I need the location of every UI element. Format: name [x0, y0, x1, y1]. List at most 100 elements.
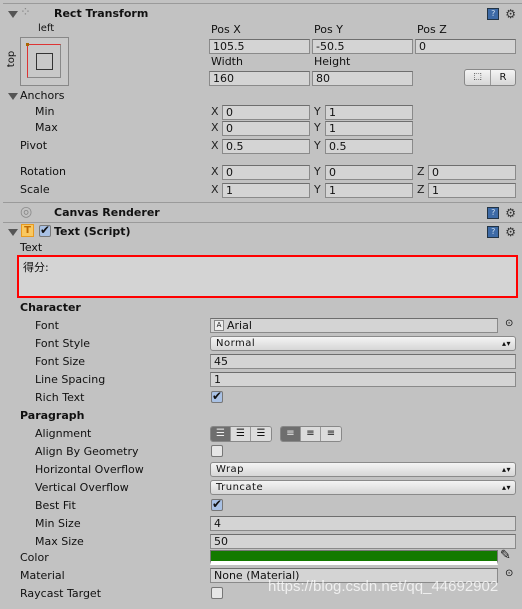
anchor-min-y-field[interactable]: 1: [325, 105, 413, 120]
line-spacing-field[interactable]: 1: [210, 372, 516, 387]
rotation-y-field[interactable]: 0: [325, 165, 413, 180]
scale-z-field[interactable]: 1: [428, 183, 516, 198]
x-axis-label: X: [211, 139, 219, 152]
x-axis-label: X: [211, 105, 219, 118]
pos-x-label: Pos X: [211, 23, 241, 36]
dropdown-arrow-icon: ▴▾: [501, 465, 511, 474]
rich-text-label: Rich Text: [35, 391, 85, 404]
font-size-label: Font Size: [35, 355, 86, 368]
align-right-button[interactable]: ☰: [251, 427, 271, 441]
dropdown-arrow-icon: ▴▾: [501, 483, 511, 492]
anchor-min-x-field[interactable]: 0: [222, 105, 310, 120]
divider: [3, 202, 522, 203]
color-swatch[interactable]: [210, 550, 498, 565]
font-field[interactable]: A Arial: [210, 318, 498, 333]
pos-y-label: Pos Y: [314, 23, 343, 36]
font-value: Arial: [227, 319, 252, 332]
y-axis-label: Y: [314, 105, 321, 118]
font-style-dropdown[interactable]: Normal ▴▾: [210, 336, 516, 351]
y-axis-label: Y: [314, 165, 321, 178]
component-enabled-checkbox[interactable]: [39, 223, 51, 237]
height-label: Height: [314, 55, 351, 68]
text-content-area[interactable]: 得分:: [17, 255, 518, 298]
font-style-label: Font Style: [35, 337, 91, 350]
anchor-presets-button[interactable]: [20, 37, 69, 86]
min-size-label: Min Size: [35, 517, 81, 530]
rect-transform-icon: ⁘: [20, 5, 31, 20]
font-size-field[interactable]: 45: [210, 354, 516, 369]
anchors-label: Anchors: [20, 89, 65, 102]
character-section-header: Character: [20, 301, 81, 314]
blueprint-mode-button[interactable]: ⬚: [465, 70, 491, 85]
align-top-button[interactable]: ≡: [281, 427, 301, 441]
font-label: Font: [35, 319, 59, 332]
watermark: https://blog.csdn.net/qq_44692902: [268, 578, 499, 595]
raycast-target-label: Raycast Target: [20, 587, 102, 600]
text-component-icon: T: [21, 224, 34, 237]
align-center-button[interactable]: ☰: [231, 427, 251, 441]
rotation-z-field[interactable]: 0: [428, 165, 516, 180]
pivot-x-field[interactable]: 0.5: [222, 139, 310, 154]
line-spacing-label: Line Spacing: [35, 373, 106, 386]
object-picker-icon[interactable]: ⊙: [505, 568, 513, 579]
pos-x-field[interactable]: 105.5: [209, 39, 310, 54]
x-axis-label: X: [211, 165, 219, 178]
help-icon[interactable]: ?: [487, 226, 500, 238]
anchor-max-y-field[interactable]: 1: [325, 121, 413, 136]
rotation-label: Rotation: [20, 165, 67, 178]
dropdown-arrow-icon: ▴▾: [501, 339, 511, 348]
width-field[interactable]: 160: [209, 71, 310, 86]
help-icon[interactable]: ?: [487, 207, 500, 219]
anchors-foldout-icon[interactable]: [8, 93, 18, 100]
object-picker-icon[interactable]: ⊙: [505, 318, 513, 329]
vertical-overflow-label: Vertical Overflow: [35, 481, 129, 494]
pos-y-field[interactable]: -50.5: [312, 39, 413, 54]
rich-text-checkbox[interactable]: [211, 389, 223, 403]
align-by-geometry-checkbox[interactable]: [211, 445, 223, 457]
y-axis-label: Y: [314, 121, 321, 134]
gear-icon[interactable]: ⚙: [505, 7, 516, 21]
rotation-x-field[interactable]: 0: [222, 165, 310, 180]
min-label: Min: [35, 105, 55, 118]
foldout-arrow-icon[interactable]: [8, 229, 18, 236]
max-label: Max: [35, 121, 58, 134]
width-label: Width: [211, 55, 243, 68]
horizontal-overflow-label: Horizontal Overflow: [35, 463, 144, 476]
foldout-arrow-icon[interactable]: [8, 11, 18, 18]
gear-icon[interactable]: ⚙: [505, 225, 516, 239]
best-fit-label: Best Fit: [35, 499, 76, 512]
alignment-label: Alignment: [35, 427, 92, 440]
font-style-value: Normal: [216, 338, 256, 349]
z-axis-label: Z: [417, 165, 425, 178]
max-size-field[interactable]: 50: [210, 534, 516, 549]
align-middle-button[interactable]: ≡: [301, 427, 321, 441]
align-by-geometry-label: Align By Geometry: [35, 445, 139, 458]
best-fit-checkbox[interactable]: [211, 497, 223, 511]
align-bottom-button[interactable]: ≡: [321, 427, 341, 441]
horizontal-overflow-dropdown[interactable]: Wrap ▴▾: [210, 462, 516, 477]
pivot-y-field[interactable]: 0.5: [325, 139, 413, 154]
component-title: Text (Script): [54, 225, 131, 238]
help-icon[interactable]: ?: [487, 8, 500, 20]
height-field[interactable]: 80: [312, 71, 413, 86]
color-label: Color: [20, 551, 49, 564]
align-left-button[interactable]: ☰: [211, 427, 231, 441]
paragraph-section-header: Paragraph: [20, 409, 85, 422]
z-axis-label: Z: [417, 183, 425, 196]
raycast-target-checkbox[interactable]: [211, 587, 223, 599]
scale-x-field[interactable]: 1: [222, 183, 310, 198]
min-size-field[interactable]: 4: [210, 516, 516, 531]
anchor-max-x-field[interactable]: 0: [222, 121, 310, 136]
font-asset-icon: A: [214, 320, 224, 331]
divider: [3, 3, 522, 4]
text-label: Text: [20, 241, 43, 254]
component-title: Rect Transform: [54, 7, 149, 20]
raw-edit-button[interactable]: R: [491, 70, 515, 85]
scale-y-field[interactable]: 1: [325, 183, 413, 198]
gear-icon[interactable]: ⚙: [505, 206, 516, 220]
pos-z-field[interactable]: 0: [415, 39, 516, 54]
y-axis-label: Y: [314, 139, 321, 152]
material-label: Material: [20, 569, 65, 582]
eyedropper-icon[interactable]: ✎: [500, 548, 511, 563]
vertical-overflow-dropdown[interactable]: Truncate ▴▾: [210, 480, 516, 495]
